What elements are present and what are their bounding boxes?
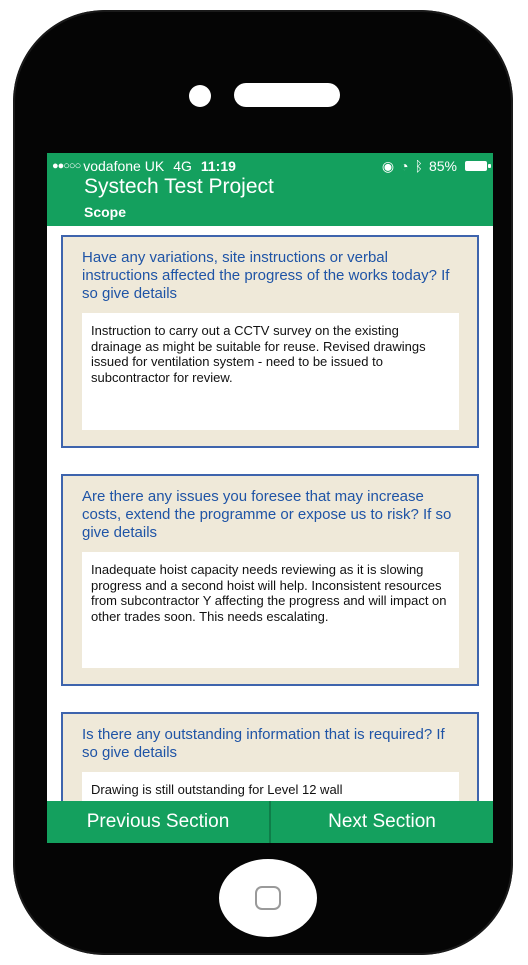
camera-icon	[189, 85, 211, 107]
answer-field[interactable]: Drawing is still outstanding for Level 1…	[82, 772, 459, 801]
question-text: Have any variations, site instructions o…	[82, 249, 450, 302]
answer-field[interactable]: Inadequate hoist capacity needs reviewin…	[82, 552, 459, 668]
signal-dots-icon: ●●○○○	[52, 160, 81, 172]
question-card: Have any variations, site instructions o…	[61, 235, 479, 448]
question-text: Are there any issues you foresee that ma…	[82, 488, 452, 541]
battery-icon	[465, 161, 491, 171]
location-icon: ◉	[381, 157, 395, 174]
app-header: ●●○○○ vodafone UK 4G 11:19 ◉ ◔ ᛒ 85% Sys…	[47, 153, 493, 226]
question-card: Are there any issues you foresee that ma…	[61, 474, 479, 686]
question-text: Is there any outstanding information tha…	[82, 726, 445, 761]
status-time: 11:19	[200, 158, 236, 174]
battery-percentage: 85%	[428, 158, 457, 174]
app-screen: ●●○○○ vodafone UK 4G 11:19 ◉ ◔ ᛒ 85% Sys…	[47, 153, 493, 843]
home-button[interactable]	[219, 859, 317, 937]
section-navigation: Previous Section Next Section	[47, 801, 493, 843]
home-button-icon	[255, 886, 281, 910]
page-subtitle: Scope	[84, 204, 127, 220]
bluetooth-icon: ᛒ	[414, 158, 423, 174]
page-title: Systech Test Project	[84, 175, 274, 198]
speaker-grille	[234, 83, 340, 107]
question-card: Is there any outstanding information tha…	[61, 712, 479, 801]
answer-field[interactable]: Instruction to carry out a CCTV survey o…	[82, 313, 459, 430]
network-type: 4G	[173, 158, 192, 174]
form-content[interactable]: Have any variations, site instructions o…	[47, 226, 493, 801]
alarm-icon: ◔	[400, 158, 409, 174]
carrier-name: vodafone UK	[83, 158, 165, 174]
next-section-button[interactable]: Next Section	[271, 801, 493, 843]
previous-section-button[interactable]: Previous Section	[47, 801, 269, 843]
status-bar: ●●○○○ vodafone UK 4G 11:19 ◉ ◔ ᛒ 85%	[52, 157, 491, 175]
